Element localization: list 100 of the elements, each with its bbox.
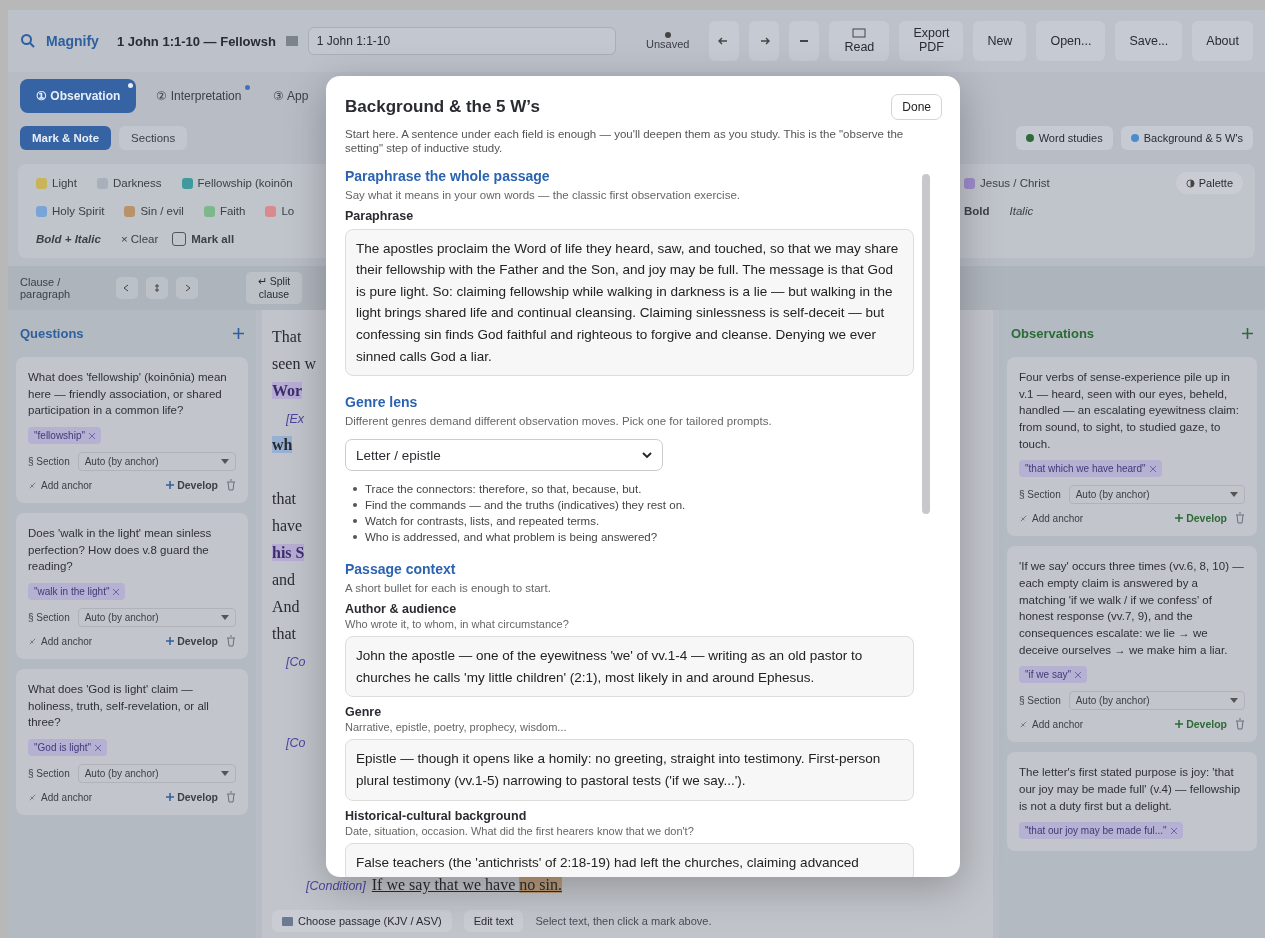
mode-tab[interactable]: Mark & Note xyxy=(20,126,112,150)
trash-icon[interactable] xyxy=(226,479,236,491)
text-field[interactable]: Epistle — though it opens like a homily: no greeting, straight into testimony. First-person plural testimony (vv.1-5) narrowing to pastoral tests ('if we say...'). xyxy=(345,739,914,801)
clause-tag: [Ex xyxy=(272,412,305,426)
section-heading: Paraphrase the whole passage xyxy=(345,167,550,184)
dropdown-icon xyxy=(221,615,229,621)
remove-icon[interactable] xyxy=(113,588,120,595)
panel-title: Questions xyxy=(20,326,84,341)
observation-text: Four verbs of sense-experience pile up in v.1 — heard, seen with our eyes, beheld, handled — an escalating eyewitness claim: from sound, to sight, to studied gaze, to touch. xyxy=(1019,370,1240,452)
outdent-button[interactable] xyxy=(116,277,138,299)
trash-icon[interactable] xyxy=(226,791,236,804)
prompt-text: Who is addressed, and what problem is being answered? xyxy=(365,531,658,544)
section-select[interactable]: Auto (by anchor) xyxy=(1068,485,1245,505)
add-anchor-button[interactable]: Add anchor xyxy=(28,635,159,647)
anchor-chip[interactable]: "that our joy may be made ful..." xyxy=(1019,822,1183,840)
genre-select[interactable]: Letter / epistle xyxy=(345,439,663,472)
mark-button[interactable]: Sin / evil xyxy=(118,203,190,219)
verse-text: that xyxy=(272,625,296,642)
phase-tab[interactable]: ① Observation xyxy=(20,79,137,113)
trash-icon[interactable] xyxy=(1235,512,1245,525)
section-label: § Section xyxy=(28,456,70,467)
trash-icon[interactable] xyxy=(1235,718,1245,731)
observation-text: 'If we say' occurs three times (vv.6, 8, 10) — each empty claim is answered by a matching 'if we walk / if we confess' of honest response (vv.7, 9), and the consequences escalate: we lie → we deceive ourselves → we make him a liar. xyxy=(1019,559,1245,658)
text-field[interactable]: False teachers (the 'antichrists' of 2:18-19) had left the churches, claiming advanced xyxy=(345,842,914,877)
anchor-chip[interactable]: "God is light" xyxy=(28,739,108,757)
add-anchor-button[interactable]: Add anchor xyxy=(1019,718,1168,730)
indent-button[interactable] xyxy=(146,277,168,299)
toolbar-button[interactable]: About xyxy=(1192,21,1253,61)
develop-button[interactable]: Develop xyxy=(1175,718,1227,731)
toolbar-button[interactable]: Open... xyxy=(1036,21,1106,61)
verse-text: that xyxy=(272,490,296,507)
add-icon[interactable] xyxy=(1242,328,1253,339)
edit-text-button[interactable]: Edit text xyxy=(463,910,524,932)
anchor-chip[interactable]: "fellowship" xyxy=(28,427,101,444)
anchor-chip[interactable]: "that which we have heard" xyxy=(1019,460,1162,478)
section-select[interactable]: Auto (by anchor) xyxy=(77,608,236,628)
clause-tag: [Co xyxy=(272,655,306,669)
toolbar-button[interactable]: Export PDF xyxy=(899,21,964,61)
remove-icon[interactable] xyxy=(95,744,102,751)
style-button[interactable]: Bold xyxy=(958,203,996,219)
dropdown-icon xyxy=(221,459,229,464)
panel-button[interactable]: Word studies xyxy=(1015,126,1113,150)
mark-button[interactable]: Darkness xyxy=(90,175,168,191)
observation-text: The letter's first stated purpose is joy: 'that our joy may be made full' (v.4) — fellowship is not a duty first but a delight. xyxy=(1019,765,1242,814)
phase-tab[interactable]: ③ App xyxy=(261,81,321,111)
marked-text: his S xyxy=(272,544,305,561)
panel-button[interactable]: Background & 5 W's xyxy=(1120,126,1253,150)
move-icon xyxy=(152,283,162,293)
mark-button[interactable]: Light xyxy=(30,175,83,191)
phase-tab[interactable]: ② Interpretation xyxy=(144,81,254,111)
text-field[interactable]: The apostles proclaim the Word of life they heard, saw, and touched, so that we may share their fellowship with the Father and the Son, and joy may be full. The message is that God is pure light. So: claiming fellowship while walking in darkness is a lie — but walking in the light brings shared life and continual cleansing. Claiming sinlessness is self-deceit — but confessing sin finds God faithful and righteous to forgive and cleanse. Denying we ever sinned calls God a liar. xyxy=(345,228,914,377)
develop-button[interactable]: Develop xyxy=(166,791,218,804)
style-button[interactable]: Bold + Italic xyxy=(30,231,107,247)
split-clause-button[interactable]: ↵ Split clause xyxy=(246,272,302,304)
screen-icon xyxy=(852,28,867,38)
mark-all-checkbox[interactable]: Mark all xyxy=(172,232,235,246)
mark-button[interactable]: Holy Spirit xyxy=(30,203,111,219)
remove-icon[interactable] xyxy=(1149,465,1156,472)
clear-button[interactable]: × Clear xyxy=(114,231,165,247)
develop-button[interactable]: Develop xyxy=(166,479,218,491)
develop-button[interactable]: Develop xyxy=(1175,512,1227,525)
clause-label: Clause / paragraph xyxy=(20,276,72,300)
field-label: Paraphrase xyxy=(345,208,415,223)
field-hint: Who wrote it, to whom, in what circumstance? xyxy=(345,618,570,631)
remove-icon[interactable] xyxy=(1075,671,1081,678)
remove-icon[interactable] xyxy=(89,432,95,439)
next-button[interactable] xyxy=(176,277,198,299)
mark-button[interactable]: Faith xyxy=(197,203,252,219)
read-button[interactable]: Read xyxy=(829,21,890,61)
panel-title: Observations xyxy=(1011,326,1095,341)
text-field[interactable]: John the apostle — one of the eyewitness 'we' of vv.1-4 — writing as an old pastor to churches he calls 'my little children' (2:1), most likely in and around Ephesus. xyxy=(345,636,914,698)
scrollbar-thumb[interactable] xyxy=(922,173,930,514)
passage-field[interactable]: 1 John 1:1-10 xyxy=(307,27,616,55)
section-heading: Passage context xyxy=(345,561,456,578)
book-icon xyxy=(285,36,298,46)
done-button[interactable]: Done xyxy=(891,94,942,120)
section-select[interactable]: Auto (by anchor) xyxy=(1068,691,1245,711)
remove-icon[interactable] xyxy=(1170,827,1177,834)
palette-button[interactable]: Palette xyxy=(1175,172,1243,194)
toolbar-button[interactable]: New xyxy=(973,21,1027,61)
mark-button[interactable]: Fellowship (koinōn xyxy=(175,175,299,191)
develop-button[interactable]: Develop xyxy=(166,635,218,648)
add-anchor-button[interactable]: Add anchor xyxy=(28,791,159,803)
redo-button[interactable] xyxy=(749,21,780,61)
choose-passage-button[interactable]: Choose passage (KJV / ASV) xyxy=(272,910,452,932)
undo-button[interactable] xyxy=(709,21,740,61)
anchor-chip[interactable]: "if we say" xyxy=(1019,666,1087,684)
section-hint: Say what it means in your own words — the classic first observation exercise. xyxy=(345,188,740,201)
add-icon[interactable] xyxy=(233,328,244,339)
style-button[interactable]: Italic xyxy=(1003,203,1040,219)
trash-icon[interactable] xyxy=(226,635,236,648)
add-anchor-button[interactable]: Add anchor xyxy=(28,479,159,491)
section-select[interactable]: Auto (by anchor) xyxy=(77,764,236,784)
toolbar-button[interactable]: Save... xyxy=(1115,21,1183,61)
redo-icon xyxy=(758,35,771,47)
mark-button[interactable]: Lo xyxy=(259,203,301,219)
section-select[interactable]: Auto (by anchor) xyxy=(77,452,236,471)
add-anchor-button[interactable]: Add anchor xyxy=(1019,512,1168,524)
mode-tab[interactable]: Sections xyxy=(119,126,188,150)
anchor-chip[interactable]: "walk in the light" xyxy=(28,583,126,601)
